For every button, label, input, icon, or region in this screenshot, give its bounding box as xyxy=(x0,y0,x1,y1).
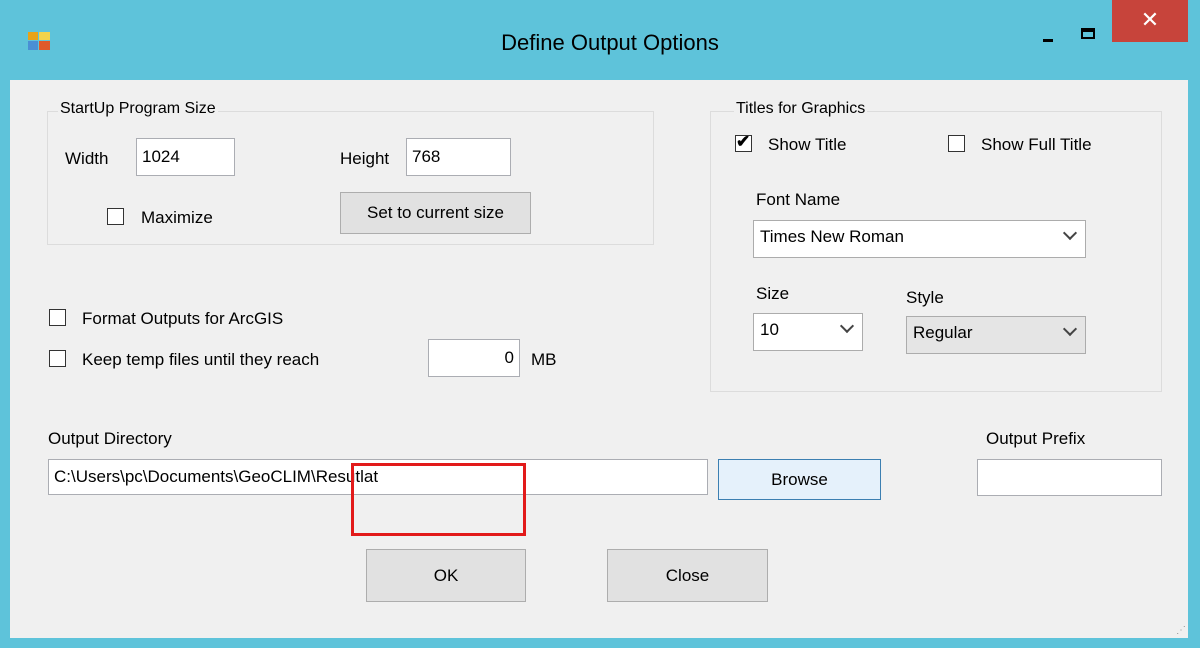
show-title-label: Show Title xyxy=(768,135,847,154)
ok-highlight-box xyxy=(351,463,526,536)
width-label: Width xyxy=(65,149,109,168)
temp-limit-field[interactable] xyxy=(428,339,520,377)
keep-temp-checkbox[interactable] xyxy=(49,350,66,367)
close-button[interactable]: Close xyxy=(607,549,768,602)
height-field[interactable] xyxy=(406,138,511,176)
width-field[interactable] xyxy=(136,138,235,176)
show-full-title-checkbox[interactable] xyxy=(948,135,965,152)
font-name-value: Times New Roman xyxy=(760,227,904,246)
output-prefix-label: Output Prefix xyxy=(986,429,1086,448)
close-icon[interactable]: ✕ xyxy=(1112,0,1188,42)
titles-graphics-legend: Titles for Graphics xyxy=(734,100,868,118)
font-name-dropdown[interactable]: Times New Roman xyxy=(753,220,1086,258)
dialog-window: Define Output Options ✕ StartUp Program … xyxy=(0,0,1200,648)
temp-unit-label: MB xyxy=(531,350,557,369)
keep-temp-label: Keep temp files until they reach xyxy=(82,350,320,369)
chevron-down-icon xyxy=(1062,225,1078,241)
font-name-label: Font Name xyxy=(756,190,841,209)
show-title-checkbox[interactable] xyxy=(735,132,752,152)
dialog-client-area: StartUp Program Size Width Height Maximi… xyxy=(10,80,1188,638)
show-full-title-label: Show Full Title xyxy=(981,135,1092,154)
format-arcgis-checkbox[interactable] xyxy=(49,309,66,326)
maximize-label: Maximize xyxy=(141,208,213,227)
format-arcgis-label: Format Outputs for ArcGIS xyxy=(82,309,284,328)
size-label: Size xyxy=(756,284,790,303)
ok-button[interactable]: OK xyxy=(366,549,526,602)
set-current-size-button[interactable]: Set to current size xyxy=(340,192,531,234)
browse-button[interactable]: Browse xyxy=(718,459,881,500)
style-dropdown[interactable]: Regular xyxy=(906,316,1086,354)
height-label: Height xyxy=(340,149,390,168)
size-value: 10 xyxy=(760,320,779,339)
maximize-checkbox[interactable] xyxy=(107,208,124,225)
chevron-down-icon xyxy=(839,318,855,334)
output-directory-label: Output Directory xyxy=(48,429,172,448)
style-value: Regular xyxy=(913,323,973,342)
startup-size-legend: StartUp Program Size xyxy=(58,100,218,118)
chevron-down-icon xyxy=(1062,321,1078,337)
resize-grip-icon[interactable]: ⋰ xyxy=(1176,625,1186,636)
size-dropdown[interactable]: 10 xyxy=(753,313,863,351)
style-label: Style xyxy=(906,288,944,307)
output-prefix-field[interactable] xyxy=(977,459,1162,496)
title-bar[interactable]: Define Output Options ✕ xyxy=(0,0,1200,80)
